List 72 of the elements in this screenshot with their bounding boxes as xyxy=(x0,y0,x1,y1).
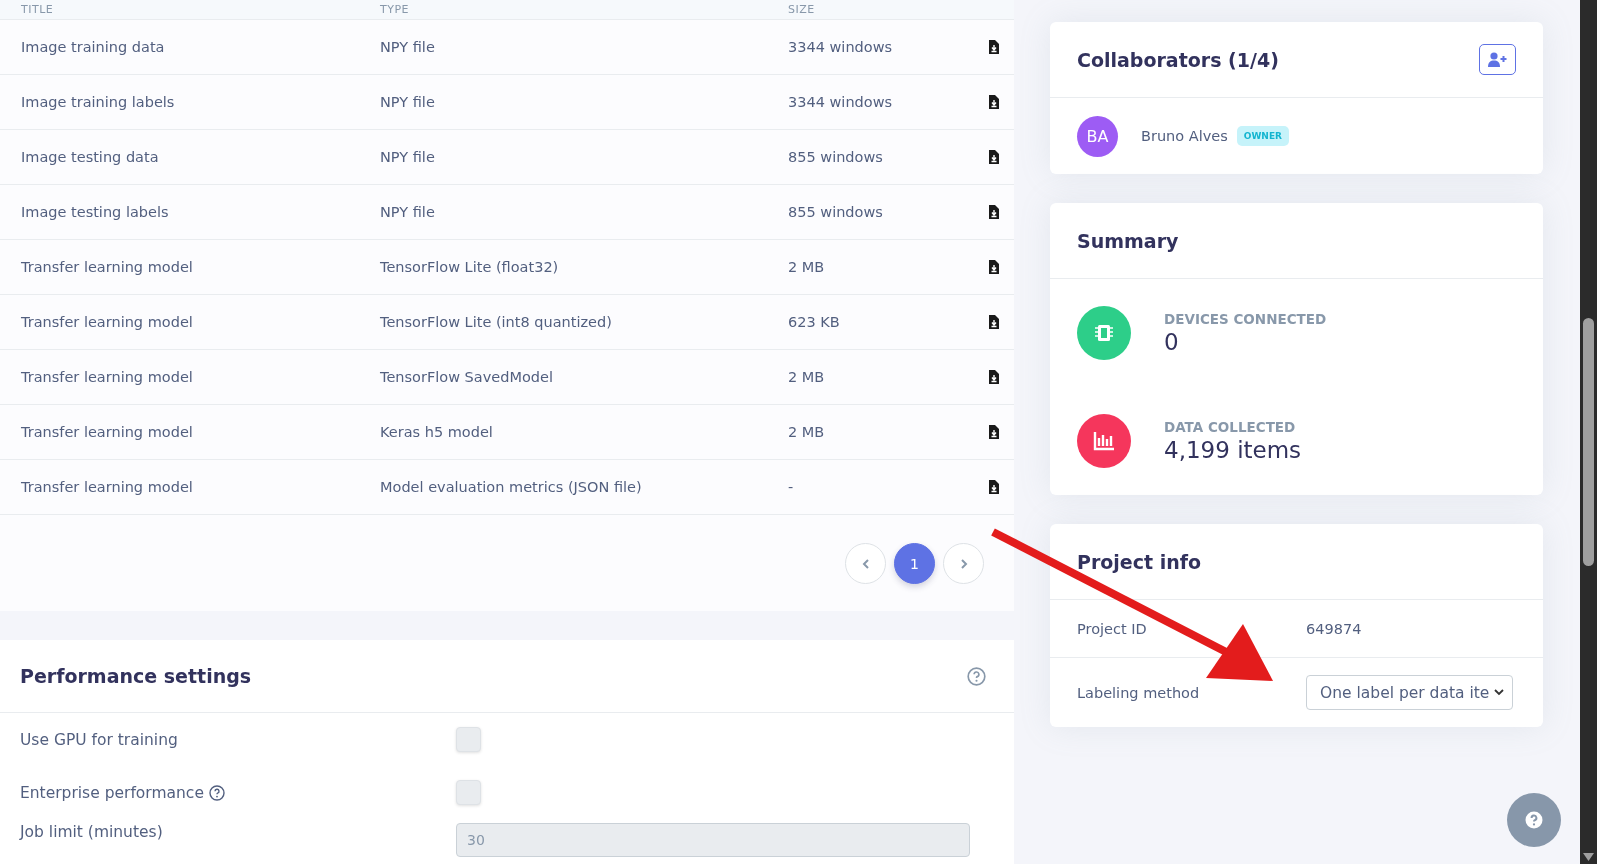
download-icon[interactable] xyxy=(988,40,1000,54)
table-cell-text: 623 KB xyxy=(788,314,841,330)
download-icon[interactable] xyxy=(988,425,1000,439)
table-cell-text: 3344 windows xyxy=(788,39,894,55)
setting-label: Use GPU for training xyxy=(20,730,178,749)
stat-value: 4,199 items xyxy=(1164,437,1302,463)
download-icon[interactable] xyxy=(988,260,1000,274)
table-cell-text: Image testing labels xyxy=(21,204,170,220)
table-cell-text: Image training labels xyxy=(21,94,176,110)
setting-label: Job limit (minutes) xyxy=(20,823,163,841)
checkbox[interactable] xyxy=(456,727,481,752)
download-icon[interactable] xyxy=(988,150,1000,164)
table-cell-text: Transfer learning model xyxy=(21,369,194,385)
stat-value: 0 xyxy=(1164,329,1180,355)
table-cell-text: NPY file xyxy=(380,204,436,220)
help-icon[interactable] xyxy=(208,784,225,801)
table-cell-text: TensorFlow SavedModel xyxy=(380,369,554,385)
table-cell-text: TensorFlow Lite (float32) xyxy=(380,259,560,275)
card-title: Project info xyxy=(1077,550,1202,573)
add-user-icon xyxy=(1488,52,1507,67)
page-button[interactable]: 1 xyxy=(894,543,935,584)
section-title: Performance settings xyxy=(20,665,252,687)
column-header: TYPE xyxy=(380,3,411,16)
table-cell-text: NPY file xyxy=(380,94,436,110)
table-cell-text: NPY file xyxy=(380,149,436,165)
question-icon xyxy=(1525,811,1543,829)
table-cell-text: Image testing data xyxy=(21,149,160,165)
table-cell-text: Model evaluation metrics (JSON file) xyxy=(380,479,643,495)
scroll-down-arrow-icon[interactable] xyxy=(1583,853,1594,861)
help-button[interactable] xyxy=(1507,793,1561,847)
field-label: Project ID xyxy=(1077,620,1148,637)
chevron-left-icon xyxy=(861,558,870,569)
stat-label: DEVICES CONNECTED xyxy=(1164,311,1327,327)
download-icon[interactable] xyxy=(988,370,1000,384)
column-header: SIZE xyxy=(788,3,816,16)
table-cell-text: 2 MB xyxy=(788,369,826,385)
add-collaborator-button[interactable] xyxy=(1479,44,1516,75)
card-title: Collaborators (1/4) xyxy=(1077,48,1279,71)
download-icon[interactable] xyxy=(988,95,1000,109)
chip-icon xyxy=(1093,322,1115,344)
table-cell-text: NPY file xyxy=(380,39,436,55)
field-value: 649874 xyxy=(1306,620,1363,637)
bar-chart-icon xyxy=(1093,431,1115,451)
input-field[interactable]: 30 xyxy=(456,823,970,857)
scrollbar-thumb[interactable] xyxy=(1583,318,1594,566)
table-cell-text: 3344 windows xyxy=(788,94,894,110)
table-cell-text: Transfer learning model xyxy=(21,424,194,440)
setting-label: Enterprise performance xyxy=(20,783,204,802)
role-badge: OWNER xyxy=(1236,126,1289,146)
checkbox[interactable] xyxy=(456,780,481,805)
column-header: TITLE xyxy=(21,3,55,16)
table-cell-text: 855 windows xyxy=(788,204,884,220)
table-cell-text: 855 windows xyxy=(788,149,884,165)
download-icon[interactable] xyxy=(988,205,1000,219)
chevron-right-icon xyxy=(959,558,968,569)
table-cell-text: - xyxy=(788,479,795,495)
table-cell-text: Image training data xyxy=(21,39,166,55)
card-title: Summary xyxy=(1077,229,1179,252)
table-cell-text: Keras h5 model xyxy=(380,424,494,440)
field-label: Labeling method xyxy=(1077,684,1201,701)
table-cell-text: 2 MB xyxy=(788,424,826,440)
table-cell-text: TensorFlow Lite (int8 quantized) xyxy=(380,314,613,330)
download-icon[interactable] xyxy=(988,315,1000,329)
stat-label: DATA COLLECTED xyxy=(1164,419,1297,435)
collaborator-name: Bruno Alves xyxy=(1141,128,1228,144)
table-cell-text: Transfer learning model xyxy=(21,259,194,275)
download-icon[interactable] xyxy=(988,480,1000,494)
table-cell-text: 2 MB xyxy=(788,259,826,275)
help-icon[interactable] xyxy=(967,666,986,686)
avatar: BA xyxy=(1077,115,1118,157)
table-cell-text: Transfer learning model xyxy=(21,479,194,495)
table-cell-text: Transfer learning model xyxy=(21,314,194,330)
